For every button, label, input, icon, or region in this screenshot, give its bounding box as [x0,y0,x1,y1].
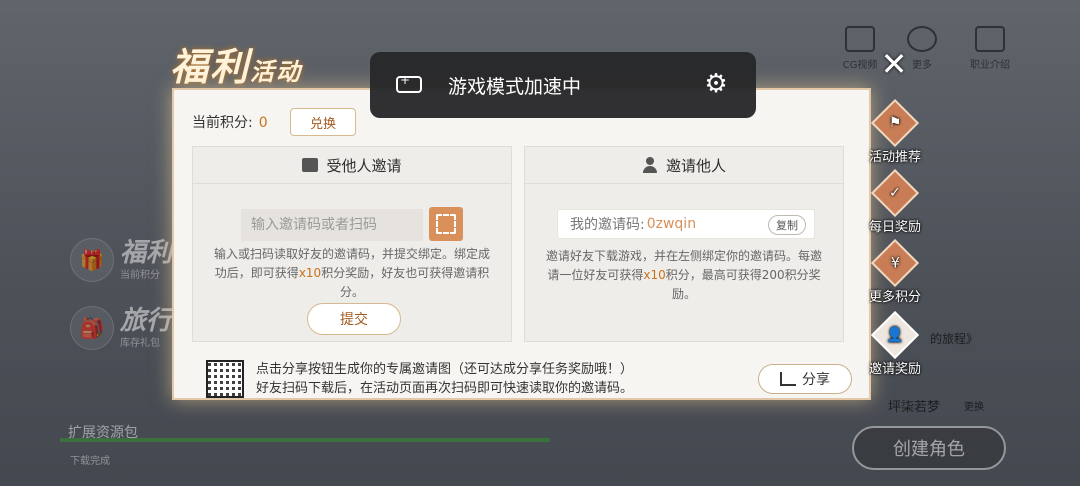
invite-others-title: 邀请他人 [665,156,726,175]
invited-card: 受他人邀请 输入或扫码读取好友的邀请码，并提交绑定。绑定成功后，即可获得x10积… [192,146,512,342]
invited-desc: 输入或扫码读取好友的邀请码，并提交绑定。绑定成功后，即可获得x10积分奖励，好友… [213,247,490,299]
invite-others-desc: 邀请好友下载游戏，并在左侧绑定你的邀请码。每邀请一位好友可获得x10积分，最高可… [545,249,822,301]
money-bag-icon: ¥ [870,238,920,288]
qr-code-icon [206,360,244,398]
invited-card-title: 受他人邀请 [326,156,402,175]
points-value: 0 [258,115,268,131]
nav-item-daily[interactable]: ✓ 每日奖励 [862,168,928,235]
points-display: 当前积分: 0 [192,112,268,132]
gamepad-icon [396,73,422,93]
gear-icon[interactable]: ⚙ [703,71,729,97]
points-label: 当前积分: [192,115,253,131]
invite-others-card: 邀请他人 我的邀请码: 0zwqin 复制 邀请好友下载游戏，并在左侧绑定你的邀请… [524,146,844,342]
scan-icon [436,214,456,234]
my-invite-code: 我的邀请码: 0zwqin 复制 [557,209,815,239]
nav-item-activity[interactable]: ⚑ 活动推荐 [862,98,928,165]
calendar-check-icon: ✓ [870,168,920,218]
copy-button[interactable]: 复制 [768,215,806,235]
reward-highlight: x10 [298,266,322,280]
invite-code-value: 0zwqin [646,216,697,232]
nav-label-activity: 活动推荐 [868,150,921,165]
message-icon [302,158,319,172]
invited-card-header: 受他人邀请 [193,147,511,184]
flag-icon: ⚑ [870,98,920,148]
toast-text: 游戏模式加速中 [448,76,582,98]
scan-button[interactable] [429,207,463,241]
exchange-button[interactable]: 兑换 [290,108,356,136]
welfare-panel: 当前积分: 0 兑换 受他人邀请 输入或扫码读取好友的邀请码，并提交绑定。绑定成功… [172,88,871,400]
nav-label-daily: 每日奖励 [868,220,921,235]
nav-item-invite[interactable]: 👤 邀请奖励 [862,310,928,377]
nav-label-points: 更多积分 [868,290,921,305]
nav-label-invite: 邀请奖励 [868,362,921,377]
share-button[interactable]: 分享 [758,364,852,394]
invite-user-icon: 👤 [870,310,920,360]
share-instructions: 点击分享按钮生成你的专属邀请图（还可达成分享任务奖励哦！） 好友扫码下载后，在活… [256,362,634,396]
invite-code-input[interactable] [241,209,423,241]
submit-button[interactable]: 提交 [307,303,401,335]
share-row: 点击分享按钮生成你的专属邀请图（还可达成分享任务奖励哦！） 好友扫码下载后，在活… [206,360,852,400]
panel-title: 福利活动 [170,44,303,89]
add-user-icon [642,157,658,173]
invite-others-header: 邀请他人 [525,147,843,184]
share-icon [780,372,796,386]
game-mode-toast: 游戏模式加速中 ⚙ [370,52,756,118]
close-button[interactable]: ✕ [874,44,914,84]
nav-item-points[interactable]: ¥ 更多积分 [862,238,928,305]
